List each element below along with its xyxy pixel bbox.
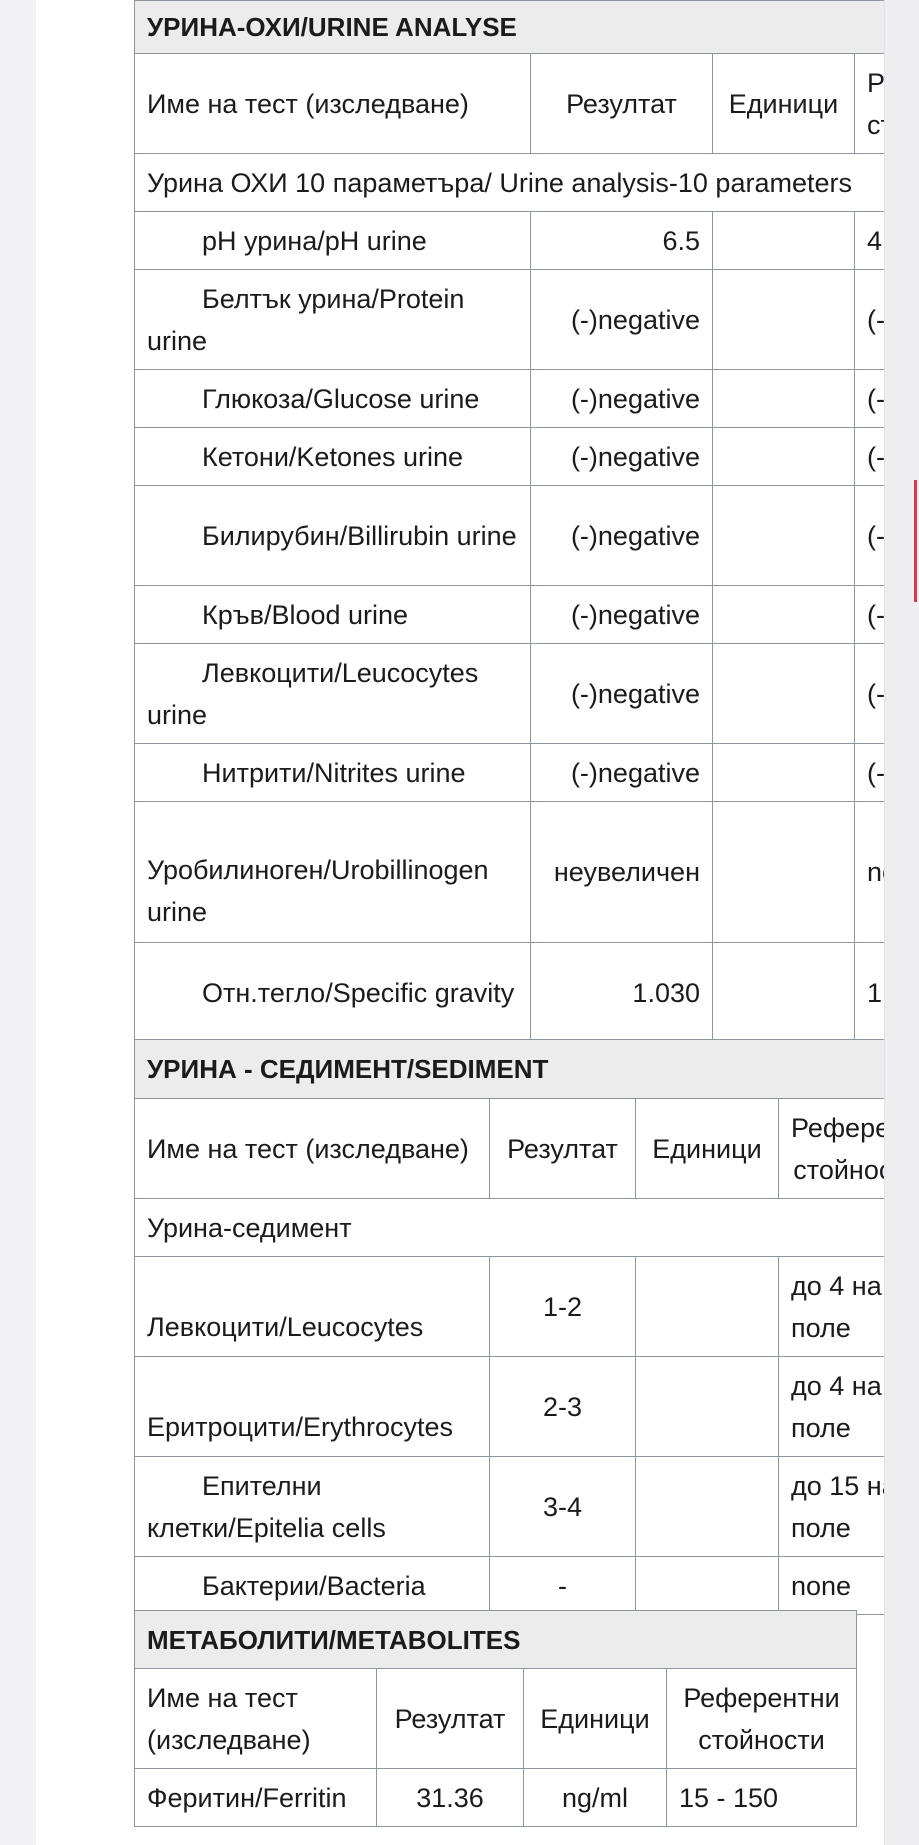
urine-analysis-table: УРИНА-ОХИ/URINE ANALYSE Име на тест (изс… [133, 0, 919, 1043]
test-reference: 15 - 150 [665, 1768, 858, 1827]
test-unit [712, 269, 855, 370]
test-result: 2-3 [489, 1356, 636, 1457]
test-result: неувеличен [530, 801, 713, 943]
test-name: Кръв/Blood urine [134, 585, 531, 644]
test-result: (-)negative [530, 369, 713, 428]
test-result: 1.030 [530, 942, 713, 1043]
test-unit [712, 211, 855, 270]
test-unit [712, 942, 855, 1043]
table-row: Уробилиноген/Urobillinogen urine неувели… [134, 801, 919, 943]
metabolites-table: МЕТАБОЛИТИ/METABOLITES Име на тест (изсл… [133, 1610, 858, 1827]
test-name: Бактерии/Bacteria [134, 1556, 490, 1615]
test-unit [635, 1556, 779, 1615]
group-label: Урина ОХИ 10 параметъра/ Urine analysis-… [133, 153, 919, 212]
test-name: Левкоцити/Leucocytes [134, 1256, 490, 1357]
table-row: Отн.тегло/Specific gravity 1.030 1.005-1… [134, 942, 919, 1043]
table-row: Епителни клетки/Epitelia cells 3-4 до 15… [134, 1456, 919, 1557]
test-name: Еритроцити/Erythrocytes [134, 1356, 490, 1457]
test-result: (-)negative [530, 585, 713, 644]
test-result: 6.5 [530, 211, 713, 270]
table-row: Белтък урина/Protein urine (-)negative (… [134, 269, 919, 370]
table-row: Нитрити/Nitrites urine (-)negative (-)ne… [134, 743, 919, 802]
table-row: Еритроцити/Erythrocytes 2-3 до 4 на поле [134, 1356, 919, 1457]
test-name: Левкоцити/Leucocytes urine [134, 643, 531, 744]
test-name: Отн.тегло/Specific gravity [134, 942, 531, 1043]
header-test-name: Име на тест (изследване) [134, 1098, 490, 1199]
test-unit [712, 643, 855, 744]
header-units: Единици [635, 1098, 779, 1199]
highlight-marker [914, 480, 917, 602]
test-result: (-)negative [530, 485, 713, 586]
header-result: Резултат [530, 53, 713, 154]
header-reference: Референтни стойности [665, 1668, 858, 1769]
header-result: Резултат [376, 1668, 524, 1769]
table-row: Левкоцити/Leucocytes 1-2 до 4 на поле [134, 1256, 919, 1357]
test-name: Епителни клетки/Epitelia cells [134, 1456, 490, 1557]
header-result: Резултат [489, 1098, 636, 1199]
test-unit [635, 1456, 779, 1557]
header-units: Единици [712, 53, 855, 154]
test-unit [712, 801, 855, 943]
test-unit [712, 485, 855, 586]
section-title-urine-analysis: УРИНА-ОХИ/URINE ANALYSE [133, 0, 919, 54]
test-unit [712, 585, 855, 644]
test-unit [635, 1256, 779, 1357]
test-name: Нитрити/Nitrites urine [134, 743, 531, 802]
test-result: 3-4 [489, 1456, 636, 1557]
test-unit [712, 369, 855, 428]
test-result: (-)negative [530, 427, 713, 486]
test-unit [712, 427, 855, 486]
test-unit [712, 743, 855, 802]
test-name: pH урина/pH urine [134, 211, 531, 270]
test-name: Уробилиноген/Urobillinogen urine [134, 801, 531, 943]
test-result: 31.36 [376, 1768, 524, 1827]
section-title-metabolites: МЕТАБОЛИТИ/METABOLITES [133, 1610, 858, 1669]
table-row: Кръв/Blood urine (-)negative (-)negative [134, 585, 919, 644]
table-row: Кетони/Ketones urine (-)negative (-)nega… [134, 427, 919, 486]
test-name: Билирубин/Billirubin urine [134, 485, 531, 586]
header-units: Единици [523, 1668, 667, 1769]
test-name: Глюкоза/Glucose urine [134, 369, 531, 428]
test-result: (-)negative [530, 269, 713, 370]
table-row: Бактерии/Bacteria - none [134, 1556, 919, 1615]
header-test-name: Име на тест (изследване) [134, 1668, 377, 1769]
sediment-table: УРИНА - СЕДИМЕНТ/SEDIMENT Име на тест (и… [133, 1039, 919, 1615]
group-label: Урина-седимент [133, 1198, 919, 1257]
test-result: (-)negative [530, 743, 713, 802]
table-row: Левкоцити/Leucocytes urine (-)negative (… [134, 643, 919, 744]
test-result: 1-2 [489, 1256, 636, 1357]
test-unit: ng/ml [523, 1768, 667, 1827]
test-result: - [489, 1556, 636, 1615]
table-row: Билирубин/Billirubin urine (-)negative (… [134, 485, 919, 586]
report-page: УРИНА-ОХИ/URINE ANALYSE Име на тест (изс… [133, 0, 919, 1845]
header-test-name: Име на тест (изследване) [134, 53, 531, 154]
table-row: pH урина/pH urine 6.5 4.5-8 [134, 211, 919, 270]
section-title-sediment: УРИНА - СЕДИМЕНТ/SEDIMENT [133, 1039, 919, 1099]
table-row: Глюкоза/Glucose urine (-)negative (-)neg… [134, 369, 919, 428]
test-name: Белтък урина/Protein urine [134, 269, 531, 370]
test-result: (-)negative [530, 643, 713, 744]
test-name: Кетони/Ketones urine [134, 427, 531, 486]
table-row: Феритин/Ferritin 31.36 ng/ml 15 - 150 [134, 1768, 858, 1827]
scroll-edge-overlay [884, 0, 919, 1845]
left-margin [0, 0, 36, 1845]
test-name: Феритин/Ferritin [134, 1768, 377, 1827]
test-unit [635, 1356, 779, 1457]
